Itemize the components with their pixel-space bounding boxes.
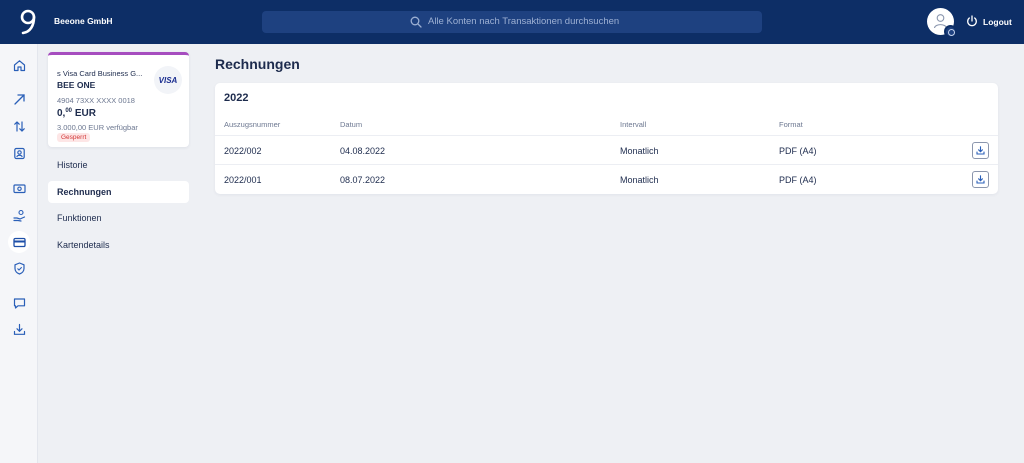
subnav-item-historie[interactable]: Historie	[48, 154, 189, 176]
contacts-icon[interactable]	[8, 142, 30, 164]
column-header-number: Auszugsnummer	[224, 120, 281, 129]
subnav-item-funktionen[interactable]: Funktionen	[48, 207, 189, 229]
download-icon[interactable]	[8, 318, 30, 340]
statement-date: 04.08.2022	[340, 146, 386, 156]
subnav-item-rechnungen[interactable]: Rechnungen	[48, 180, 189, 203]
visa-logo: VISA	[154, 66, 182, 94]
download-icon	[976, 175, 985, 184]
status-badge: Gesperrt	[57, 133, 91, 142]
chat-icon[interactable]	[8, 292, 30, 314]
company-name: Beeone GmbH	[54, 16, 113, 26]
top-bar: Beeone GmbH Alle Konten nach Transaktion…	[0, 0, 1024, 44]
search-placeholder: Alle Konten nach Transaktionen durchsuch…	[428, 16, 620, 27]
logout-button[interactable]: Logout	[983, 17, 1012, 27]
search-input[interactable]: Alle Konten nach Transaktionen durchsuch…	[262, 11, 762, 33]
logo-icon[interactable]	[18, 8, 38, 36]
statement-number: 2022/002	[224, 146, 262, 156]
card-number: 4904 73XX XXXX 0018	[57, 96, 135, 105]
statement-interval: Monatlich	[620, 146, 659, 156]
statement-interval: Monatlich	[620, 175, 659, 185]
shield-icon[interactable]	[8, 257, 30, 279]
hand-coin-icon[interactable]	[8, 204, 30, 226]
cash-icon[interactable]	[8, 177, 30, 199]
download-statement-button[interactable]	[972, 142, 989, 159]
settings-badge-icon[interactable]	[944, 25, 957, 38]
column-header-date: Datum	[340, 120, 363, 129]
card-product-name: s Visa Card Business G...	[57, 69, 143, 78]
table-row: 2022/002 04.08.2022 Monatlich PDF (A4)	[215, 135, 998, 164]
card-holder: BEE ONE	[57, 80, 96, 90]
home-icon[interactable]	[8, 54, 30, 76]
arrow-up-right-icon[interactable]	[8, 88, 30, 110]
transfer-icon[interactable]	[8, 115, 30, 137]
subnav-item-kartendetails[interactable]: Kartendetails	[48, 234, 189, 256]
statement-date: 08.07.2022	[340, 175, 386, 185]
side-rail	[0, 44, 38, 463]
card-summary[interactable]: s Visa Card Business G... BEE ONE 4904 7…	[48, 52, 189, 147]
statements-panel: 2022 Auszugsnummer Datum Intervall Forma…	[215, 83, 998, 194]
download-icon	[976, 146, 985, 155]
statement-format: PDF (A4)	[779, 175, 817, 185]
card-subnav: Historie Rechnungen Funktionen Kartendet…	[48, 154, 189, 260]
page-title: Rechnungen	[215, 56, 300, 72]
column-header-format: Format	[779, 120, 803, 129]
column-header-interval: Intervall	[620, 120, 647, 129]
table-row: 2022/001 08.07.2022 Monatlich PDF (A4)	[215, 164, 998, 193]
power-icon[interactable]	[966, 15, 978, 27]
balance-currency: EUR	[74, 108, 96, 119]
card-available: 3.000,00 EUR verfügbar	[57, 123, 138, 132]
balance-cents: 00	[65, 108, 73, 114]
download-statement-button[interactable]	[972, 171, 989, 188]
credit-card-icon[interactable]	[8, 231, 30, 253]
statement-number: 2022/001	[224, 175, 262, 185]
card-balance: 0,00 EUR	[57, 108, 96, 119]
search-icon	[410, 16, 422, 28]
statement-format: PDF (A4)	[779, 146, 817, 156]
year-heading: 2022	[224, 92, 249, 104]
